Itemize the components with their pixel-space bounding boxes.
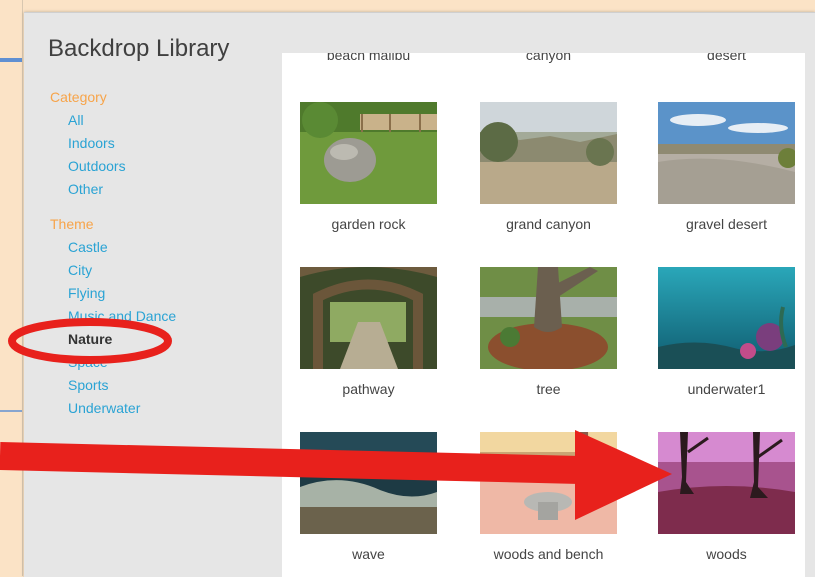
backdrop-grid-scrollbar[interactable]	[805, 53, 815, 577]
category-outdoors[interactable]: Outdoors	[50, 155, 290, 178]
theme-heading: Theme	[50, 216, 94, 232]
backdrop-label-cut: canyon	[525, 53, 572, 63]
backdrop-label: underwater1	[687, 381, 766, 397]
backdrop-label: grand canyon	[506, 216, 591, 232]
background-divider	[0, 410, 22, 412]
backdrop-tile-garden-rock[interactable]: garden rock	[300, 102, 437, 232]
backdrop-label: pathway	[342, 381, 395, 397]
backdrop-tile-underwater1[interactable]: underwater1	[658, 267, 795, 397]
backdrop-tile-woods-and-bench[interactable]: woods and bench	[480, 432, 617, 562]
tree-thumbnail	[480, 267, 617, 369]
backdrop-label: woods	[706, 546, 747, 562]
dialog-title: Backdrop Library	[48, 35, 230, 62]
theme-city[interactable]: City	[50, 259, 290, 282]
backdrop-label: woods and bench	[493, 546, 604, 562]
backdrop-label: garden rock	[331, 216, 406, 232]
sidebar: Category All Indoors Outdoors Other Them…	[50, 88, 290, 420]
backdrop-label-cut: desert	[707, 53, 746, 63]
theme-space[interactable]: Space	[50, 351, 290, 374]
backdrop-label: tree	[536, 381, 561, 397]
pathway-thumbnail	[300, 267, 437, 369]
backdrop-tile-wave[interactable]: wave	[300, 432, 437, 562]
theme-flying[interactable]: Flying	[50, 282, 290, 305]
woods-thumbnail	[658, 432, 795, 534]
backdrop-label: wave	[352, 546, 385, 562]
theme-castle[interactable]: Castle	[50, 236, 290, 259]
garden-rock-thumbnail	[300, 102, 437, 204]
category-heading: Category	[50, 89, 107, 105]
woods-and-bench-thumbnail	[480, 432, 617, 534]
wave-thumbnail	[300, 432, 437, 534]
theme-underwater[interactable]: Underwater	[50, 397, 290, 420]
backdrop-label-cut: beach malibu	[326, 53, 411, 63]
gravel-desert-thumbnail	[658, 102, 795, 204]
category-other[interactable]: Other	[50, 178, 290, 201]
theme-nature[interactable]: Nature	[50, 328, 290, 351]
backdrop-tile-pathway[interactable]: pathway	[300, 267, 437, 397]
underwater1-thumbnail	[658, 267, 795, 369]
background-tab-strip	[0, 58, 22, 62]
theme-sports[interactable]: Sports	[50, 374, 290, 397]
theme-music-and-dance[interactable]: Music and Dance	[50, 305, 290, 328]
backdrop-grid: beach malibu canyon desert garden rock g…	[282, 53, 815, 577]
backdrop-tile-woods[interactable]: woods	[658, 432, 795, 562]
backdrop-label: gravel desert	[686, 216, 767, 232]
background-page-edge	[0, 0, 23, 576]
backdrop-library-dialog: Backdrop Library Category All Indoors Ou…	[24, 12, 815, 577]
category-all[interactable]: All	[50, 109, 290, 132]
backdrop-tile-grand-canyon[interactable]: grand canyon	[480, 102, 617, 232]
backdrop-tile-tree[interactable]: tree	[480, 267, 617, 397]
backdrop-tile-gravel-desert[interactable]: gravel desert	[658, 102, 795, 232]
category-indoors[interactable]: Indoors	[50, 132, 290, 155]
grand-canyon-thumbnail	[480, 102, 617, 204]
